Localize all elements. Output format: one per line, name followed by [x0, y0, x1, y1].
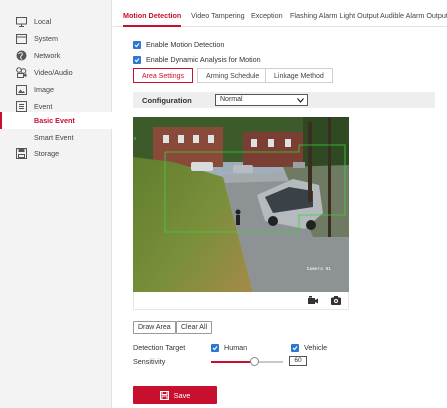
sidebar-item-label: Video/Audio	[34, 68, 73, 77]
storage-disk-icon	[15, 148, 27, 159]
configuration-value: Normal	[220, 96, 243, 103]
vehicle-row: Vehicle	[291, 343, 327, 352]
sensitivity-slider-fill	[211, 361, 255, 363]
configuration-select[interactable]: Normal	[215, 94, 308, 106]
save-button[interactable]: Save	[133, 386, 217, 404]
sidebar-item-label: Basic Event	[34, 116, 75, 125]
save-label: Save	[173, 390, 191, 400]
tab-flashing-alarm-light-output[interactable]: Flashing Alarm Light Output	[290, 11, 379, 20]
enable-dynamic-analysis-label: Enable Dynamic Analysis for Motion	[146, 55, 261, 64]
sidebar-item-label: Network	[34, 51, 61, 60]
sidebar-item-label: System	[34, 34, 58, 43]
enable-motion-detection-label: Enable Motion Detection	[146, 40, 225, 49]
sensitivity-label: Sensitivity	[133, 357, 166, 366]
sidebar-item-basic-event[interactable]: Basic Event	[0, 112, 112, 129]
sidebar-item-smart-event[interactable]: Smart Event	[0, 129, 112, 146]
enable-motion-detection-row: Enable Motion Detection	[133, 40, 224, 49]
draw-area-button[interactable]: Draw Area	[133, 321, 176, 334]
tab-bar: Motion Detection Video Tampering Excepti…	[113, 0, 447, 27]
monitor-icon	[15, 16, 27, 27]
active-tab-indicator	[123, 25, 181, 27]
video-toolbar	[133, 292, 349, 310]
sensitivity-slider[interactable]	[211, 357, 283, 366]
configuration-bar: Configuration Normal	[133, 92, 435, 108]
subtab-arming-schedule[interactable]: Arming Schedule	[197, 68, 269, 83]
tab-motion-detection[interactable]: Motion Detection	[123, 11, 181, 20]
enable-dynamic-analysis-checkbox[interactable]	[133, 55, 141, 64]
subtab-area-settings[interactable]: Area Settings	[133, 68, 194, 83]
video-preview[interactable]: Camera 01	[133, 117, 349, 292]
sidebar-item-video-audio[interactable]: Video/Audio	[0, 64, 112, 81]
configuration-label: Configuration	[142, 96, 192, 105]
save-disk-icon	[159, 390, 169, 400]
vehicle-checkbox[interactable]	[291, 343, 299, 352]
sensitivity-value-input[interactable]: 60	[289, 356, 307, 366]
sidebar-item-label: Event	[34, 102, 53, 111]
sidebar-item-label: Smart Event	[34, 133, 74, 142]
network-globe-icon	[15, 50, 27, 61]
camera-label: Camera 01	[306, 267, 331, 272]
human-label: Human	[224, 343, 248, 352]
motion-detection-area	[134, 137, 346, 233]
sidebar-item-image[interactable]: Image	[0, 81, 112, 98]
clear-all-button[interactable]: Clear All	[176, 321, 213, 334]
detection-target-label: Detection Target	[133, 343, 186, 352]
camera-snapshot-icon[interactable]	[331, 296, 341, 307]
sidebar-item-storage[interactable]: Storage	[0, 145, 112, 162]
tab-video-tampering[interactable]: Video Tampering	[191, 11, 245, 20]
tab-exception[interactable]: Exception	[251, 11, 283, 20]
image-icon	[15, 84, 27, 95]
sidebar-item-network[interactable]: Network	[0, 47, 112, 64]
record-icon[interactable]	[308, 296, 318, 307]
sensitivity-slider-handle[interactable]	[249, 357, 259, 366]
event-list-icon	[15, 101, 27, 112]
enable-motion-detection-checkbox[interactable]	[133, 40, 141, 49]
system-icon	[15, 33, 27, 44]
human-checkbox[interactable]	[211, 343, 219, 352]
sidebar-item-label: Image	[34, 85, 54, 94]
main-content: Motion Detection Video Tampering Excepti…	[113, 0, 447, 408]
subtab-linkage-method[interactable]: Linkage Method	[265, 68, 333, 83]
vehicle-label: Vehicle	[304, 343, 328, 352]
human-row: Human	[211, 343, 247, 352]
sidebar-item-system[interactable]: System	[0, 30, 112, 47]
sidebar-item-label: Storage	[34, 149, 60, 158]
tab-audible-alarm-output[interactable]: Audible Alarm Output	[380, 11, 447, 20]
video-audio-icon	[15, 67, 27, 78]
sidebar-item-label: Local	[34, 17, 52, 26]
enable-dynamic-analysis-row: Enable Dynamic Analysis for Motion	[133, 55, 261, 64]
sidebar: Local System Network Video/Audio Image E…	[0, 0, 112, 408]
sidebar-item-local[interactable]: Local	[0, 13, 112, 30]
chevron-down-icon	[297, 97, 304, 107]
